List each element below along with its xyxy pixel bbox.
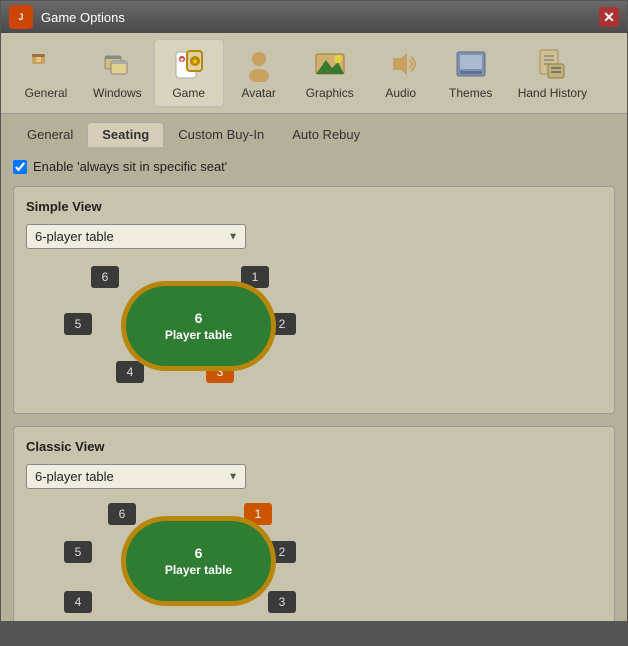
classic-seat-5[interactable]: 5 [64,541,92,563]
nav-item-themes[interactable]: Themes [436,40,506,106]
simple-view-box: Simple View 6-player table 9-player tabl… [13,186,615,414]
nav-label-windows: Windows [93,86,142,100]
classic-seat-4[interactable]: 4 [64,591,92,613]
simple-table-label: Player table [165,328,232,342]
classic-view-title: Classic View [26,439,602,454]
sub-tab-seating[interactable]: Seating [87,122,164,147]
svg-text:♥: ♥ [180,57,184,64]
nav-label-general: General [25,86,68,100]
sub-tab-custom-buyin[interactable]: Custom Buy-In [164,123,278,146]
app-logo: J [9,5,33,29]
simple-view-dropdown-wrapper: 6-player table 9-player table 2-player t… [26,224,246,249]
hand-history-icon [534,46,570,82]
avatar-icon [241,46,277,82]
simple-seat-6[interactable]: 6 [91,266,119,288]
simple-seat-5[interactable]: 5 [64,313,92,335]
themes-icon [453,46,489,82]
simple-view-title: Simple View [26,199,602,214]
always-sit-checkbox[interactable] [13,160,27,174]
simple-seat-4[interactable]: 4 [116,361,144,383]
classic-seat-3[interactable]: 3 [268,591,296,613]
nav-label-game: Game [172,86,205,100]
nav-label-avatar: Avatar [241,86,275,100]
content-area: Enable 'always sit in specific seat' Sim… [1,147,627,621]
simple-view-dropdown-row: 6-player table 9-player table 2-player t… [26,224,602,249]
classic-table-area: 6 1 5 2 4 3 6 Player table [56,501,602,621]
sub-tab-auto-rebuy[interactable]: Auto Rebuy [278,123,374,146]
title-bar: J Game Options ✕ [1,1,627,33]
nav-item-avatar[interactable]: Avatar [224,40,294,106]
always-sit-label: Enable 'always sit in specific seat' [33,159,227,174]
game-icon: ♥ ★ [171,46,207,82]
nav-label-audio: Audio [385,86,416,100]
window-title: Game Options [41,10,599,25]
close-button[interactable]: ✕ [599,7,619,27]
simple-view-dropdown[interactable]: 6-player table 9-player table 2-player t… [26,224,246,249]
nav-label-graphics: Graphics [306,86,354,100]
always-sit-row: Enable 'always sit in specific seat' [13,159,615,174]
nav-item-windows[interactable]: Windows [81,40,154,106]
nav-item-graphics[interactable]: Graphics [294,40,366,106]
simple-poker-table: 6 Player table [121,281,276,371]
classic-table-number: 6 [195,545,203,561]
status-bar [1,621,627,645]
nav-label-themes: Themes [449,86,492,100]
nav-bar: General Windows ♥ [1,33,627,114]
classic-seat-6[interactable]: 6 [108,503,136,525]
nav-item-game[interactable]: ♥ ★ Game [154,39,224,107]
nav-item-audio[interactable]: Audio [366,40,436,106]
classic-table-label: Player table [165,563,232,577]
audio-icon [383,46,419,82]
classic-view-dropdown-wrapper: 6-player table 9-player table 2-player t… [26,464,246,489]
game-options-window: J Game Options ✕ General [0,0,628,646]
sub-tab-general[interactable]: General [13,123,87,146]
general-icon [28,46,64,82]
graphics-icon [312,46,348,82]
svg-text:★: ★ [191,57,198,66]
windows-icon [99,46,135,82]
simple-table-number: 6 [195,310,203,326]
nav-label-hand-history: Hand History [518,86,587,100]
classic-view-dropdown[interactable]: 6-player table 9-player table 2-player t… [26,464,246,489]
sub-tabs: General Seating Custom Buy-In Auto Rebuy [1,114,627,147]
nav-item-general[interactable]: General [11,40,81,106]
classic-view-dropdown-row: 6-player table 9-player table 2-player t… [26,464,602,489]
simple-table-area: 6 1 5 2 4 3 6 Player table [56,261,602,401]
classic-poker-table: 6 Player table [121,516,276,606]
nav-item-hand-history[interactable]: Hand History [506,40,599,106]
classic-view-box: Classic View 6-player table 9-player tab… [13,426,615,621]
